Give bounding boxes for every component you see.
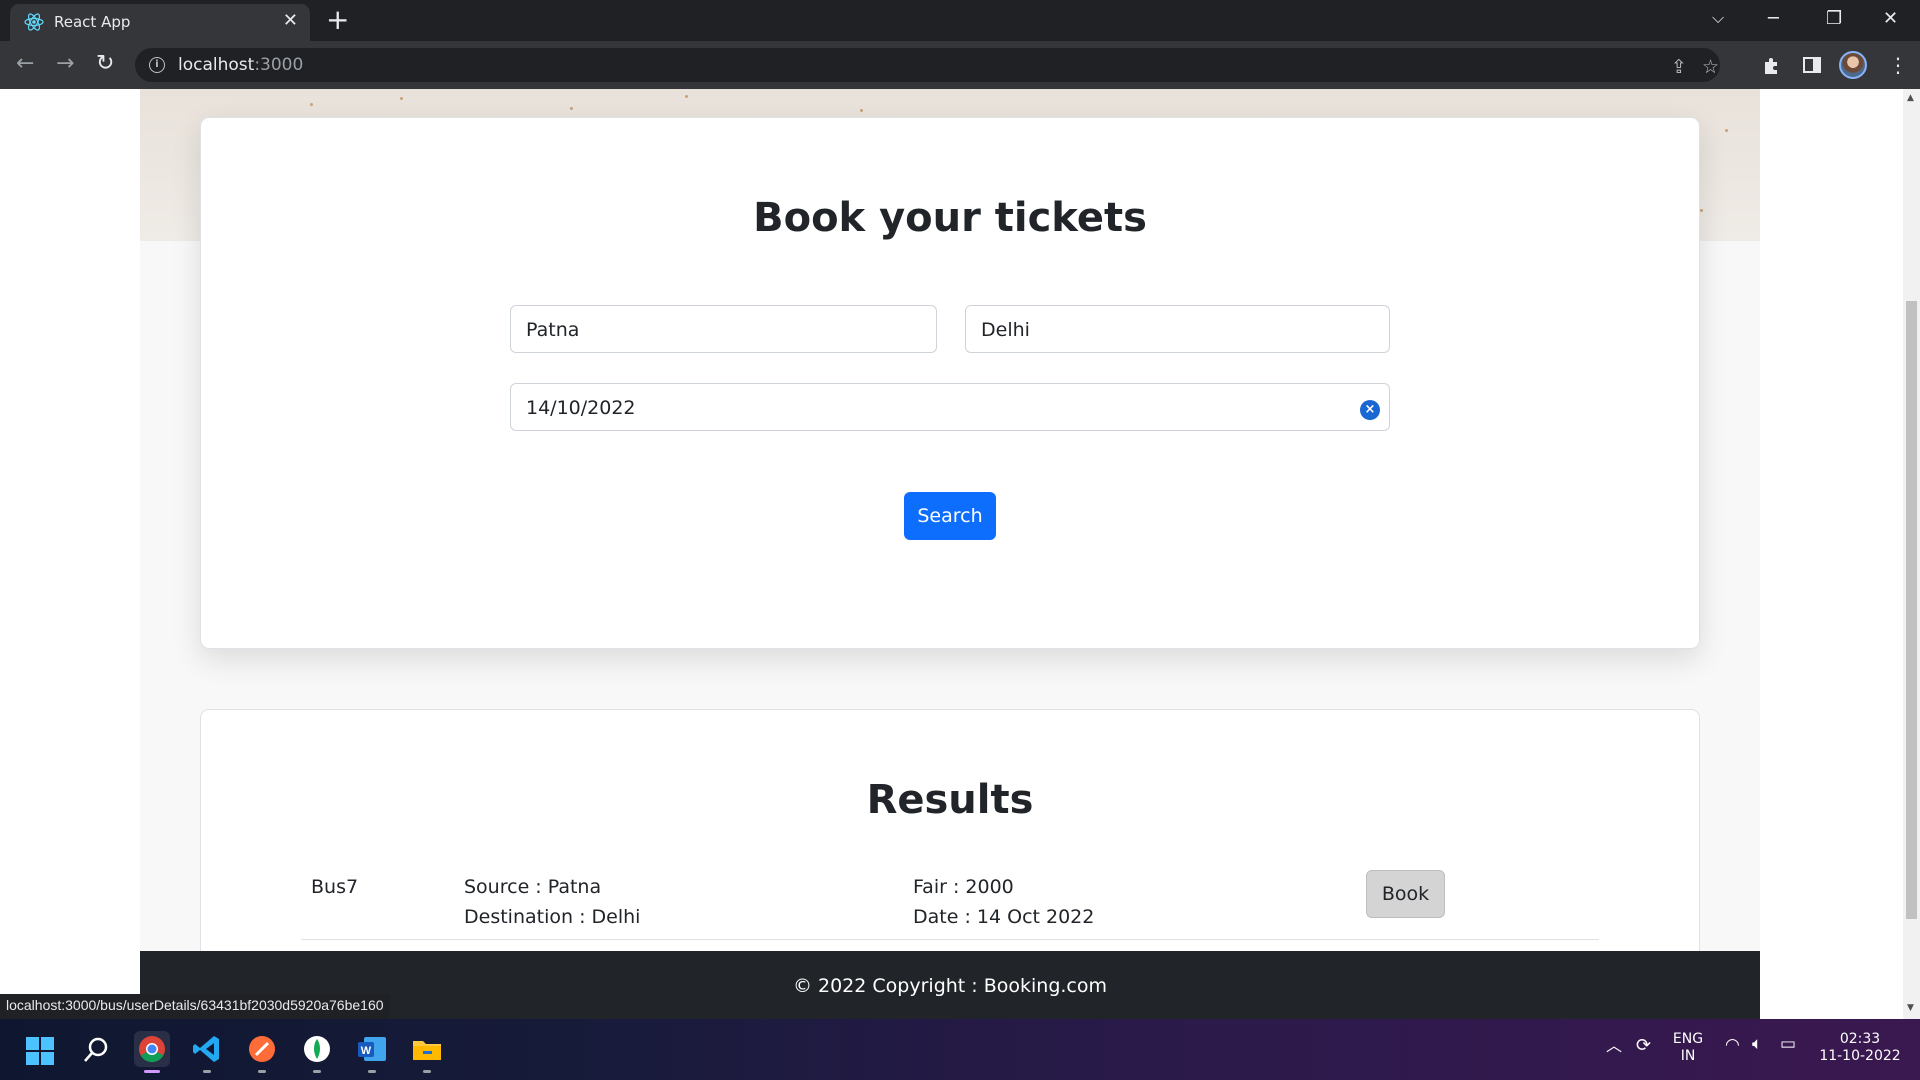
tab-title: React App	[54, 13, 131, 31]
profile-avatar[interactable]	[1839, 51, 1867, 79]
results-title: Results	[866, 777, 1034, 823]
react-icon	[24, 13, 44, 31]
bus-source: Source : Patna	[464, 876, 602, 898]
url-text: localhost:3000	[178, 55, 303, 75]
volume-icon[interactable]: 🔈︎	[1752, 1036, 1762, 1053]
close-tab-icon[interactable]: ✕	[283, 10, 298, 31]
minimize-icon[interactable]: ─	[1768, 8, 1779, 29]
windows-taskbar: W ︿ ⟳ ENG IN ◠ 🔈︎ ▭ 02:33 11-10-2022	[0, 1019, 1920, 1080]
browser-tab-bar: React App ✕ + ⌵ ─ ❐ ✕	[0, 0, 1920, 41]
restore-icon[interactable]: ❐	[1826, 8, 1842, 29]
sync-icon[interactable]: ⟳	[1636, 1037, 1651, 1055]
wifi-icon[interactable]: ◠	[1725, 1037, 1740, 1054]
svg-text:W: W	[361, 1045, 372, 1057]
vscode-taskbar-icon[interactable]	[189, 1031, 225, 1073]
side-panel-icon[interactable]	[1802, 55, 1822, 75]
browser-toolbar: ← → ↻ i localhost:3000 ⇪ ☆ ⋮	[0, 41, 1920, 89]
date-input[interactable]: 14/10/2022	[510, 383, 1390, 431]
page-viewport: Book your tickets Patna Delhi 14/10/2022…	[0, 89, 1903, 1019]
clear-date-icon[interactable]: ×	[1360, 400, 1380, 420]
clock-time: 02:33	[1839, 1031, 1881, 1047]
word-taskbar-icon[interactable]: W	[354, 1031, 390, 1073]
source-input[interactable]: Patna	[510, 305, 937, 353]
show-hidden-icons-chevron-icon[interactable]: ︿	[1606, 1037, 1622, 1054]
share-icon[interactable]: ⇪	[1671, 56, 1687, 78]
booking-title: Book your tickets	[753, 195, 1147, 241]
new-tab-icon[interactable]: +	[326, 6, 349, 34]
page-scrollbar[interactable]: ▲ ▼	[1903, 89, 1920, 1019]
book-button[interactable]: Book	[1366, 870, 1445, 918]
forward-arrow-icon[interactable]: →	[56, 52, 74, 76]
booking-form-card: Book your tickets Patna Delhi 14/10/2022…	[200, 117, 1700, 649]
clock-date: 11-10-2022	[1819, 1048, 1901, 1064]
bus-fare-date: Fair : 2000 Date : 14 Oct 2022	[913, 872, 1094, 932]
clock[interactable]: 02:33 11-10-2022	[1818, 1031, 1902, 1065]
search-icon[interactable]	[82, 1036, 110, 1064]
browser-tab[interactable]: React App ✕	[10, 4, 310, 41]
address-bar[interactable]: i localhost:3000 ⇪ ☆	[135, 48, 1720, 82]
extensions-puzzle-icon[interactable]	[1762, 55, 1782, 75]
scroll-down-arrow-icon[interactable]: ▼	[1907, 1003, 1914, 1013]
bus-destination: Destination : Delhi	[464, 906, 641, 928]
destination-input[interactable]: Delhi	[965, 305, 1390, 353]
status-bar-url: localhost:3000/bus/userDetails/63431bf20…	[0, 994, 390, 1019]
bus-date: Date : 14 Oct 2022	[913, 906, 1095, 928]
tab-search-chevron-icon[interactable]: ⌵	[1712, 8, 1724, 28]
battery-icon[interactable]: ▭	[1780, 1036, 1796, 1053]
url-host: localhost	[178, 55, 255, 75]
chrome-taskbar-icon[interactable]	[134, 1031, 170, 1073]
scroll-thumb[interactable]	[1906, 301, 1917, 919]
bus-fare: Fair : 2000	[913, 876, 1014, 898]
scroll-up-arrow-icon[interactable]: ▲	[1907, 93, 1914, 103]
bookmark-star-icon[interactable]: ☆	[1702, 56, 1719, 78]
region-code: IN	[1680, 1048, 1696, 1064]
language-indicator[interactable]: ENG IN	[1670, 1031, 1706, 1065]
mongodb-compass-taskbar-icon[interactable]	[299, 1031, 335, 1073]
url-port: :3000	[254, 55, 304, 75]
bus-name: Bus7	[311, 876, 359, 898]
search-button[interactable]: Search	[904, 492, 996, 540]
file-explorer-taskbar-icon[interactable]	[409, 1031, 445, 1073]
active-app-indicator	[144, 1070, 160, 1073]
close-window-icon[interactable]: ✕	[1883, 8, 1898, 29]
reload-icon[interactable]: ↻	[96, 52, 114, 76]
back-arrow-icon[interactable]: ←	[16, 52, 34, 76]
postman-taskbar-icon[interactable]	[244, 1031, 280, 1073]
site-info-icon[interactable]: i	[149, 57, 165, 73]
more-menu-icon[interactable]: ⋮	[1888, 53, 1908, 77]
result-row: Bus7 Source : Patna Destination : Delhi …	[301, 860, 1599, 940]
language-code: ENG	[1672, 1031, 1704, 1047]
bus-route: Source : Patna Destination : Delhi	[464, 872, 640, 932]
windows-start-icon[interactable]	[26, 1037, 54, 1065]
